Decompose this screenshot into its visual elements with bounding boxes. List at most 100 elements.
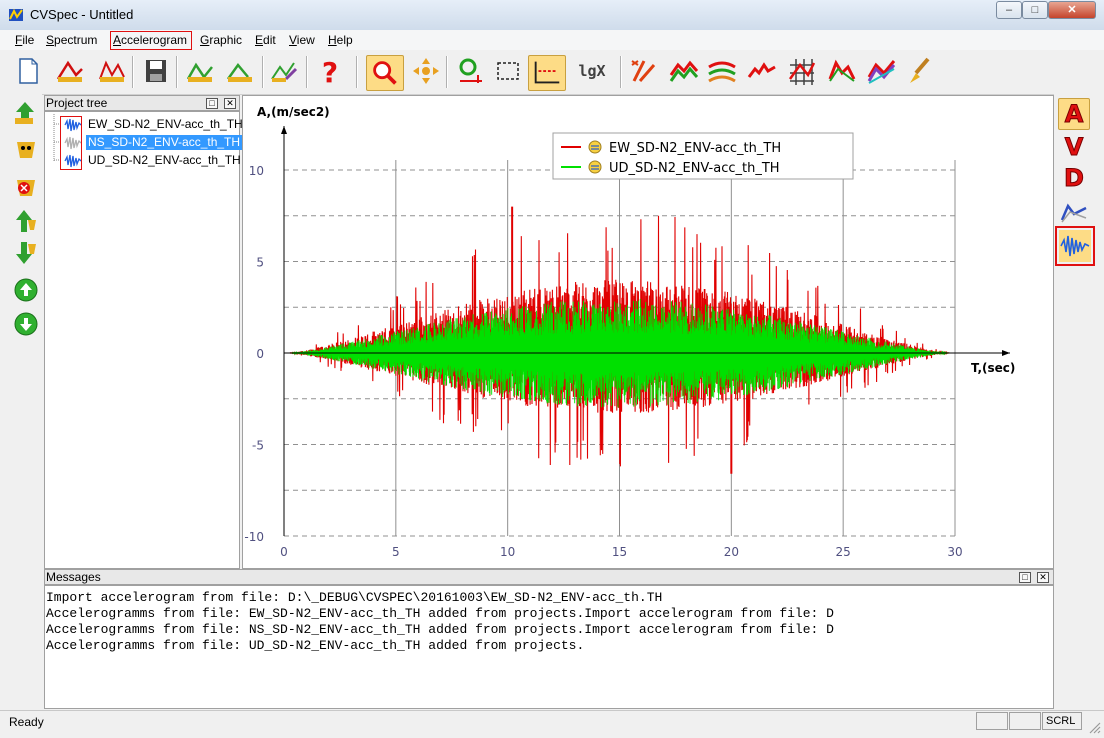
displacement-label: D: [1064, 164, 1085, 193]
mask-icon[interactable]: [14, 138, 38, 162]
tree-close-button[interactable]: ✕: [224, 98, 236, 109]
acceleration-button[interactable]: A: [1058, 98, 1090, 130]
y-tick-label: 5: [256, 256, 264, 270]
arrow-down-icon[interactable]: [14, 312, 38, 336]
toolbar-separator: [132, 56, 134, 88]
toolbar-separator: [306, 56, 308, 88]
new-document-icon[interactable]: [12, 55, 44, 87]
tree-item-ns[interactable]: NS_SD-N2_ENV-acc_th_TH: [86, 135, 243, 150]
status-bar: [0, 710, 1104, 738]
menu-edit[interactable]: Edit: [255, 33, 276, 47]
save-icon[interactable]: [140, 55, 172, 87]
title-bar: [0, 0, 1104, 31]
menu-view[interactable]: View: [289, 33, 315, 47]
minimize-button[interactable]: –: [996, 1, 1022, 19]
brush-icon[interactable]: [904, 55, 936, 87]
menu-graphic[interactable]: Graphic: [200, 33, 242, 47]
spectrum-line-icon[interactable]: [1060, 200, 1088, 224]
acceleration-label: A: [1064, 100, 1084, 129]
x-tick-label: 0: [280, 545, 288, 559]
legend-entry: UD_SD-N2_ENV-acc_th_TH: [609, 161, 780, 176]
window-title: CVSpec - Untitled: [30, 7, 134, 22]
axes-icon[interactable]: [528, 55, 566, 91]
accelerogram-view-icon: [1059, 230, 1091, 262]
velocity-button[interactable]: V: [1058, 132, 1090, 164]
displacement-button[interactable]: D: [1058, 163, 1090, 195]
scroll-lock-indicator: SCRL: [1042, 712, 1082, 730]
pan-icon[interactable]: [410, 55, 442, 87]
move-down-item-icon[interactable]: [14, 240, 38, 266]
project-tree-panel: [44, 111, 240, 569]
log-scale-icon[interactable]: lgX: [576, 55, 608, 87]
compare-icon[interactable]: [628, 55, 660, 87]
messages-title: Messages: [46, 570, 101, 584]
toolbar-separator: [620, 56, 622, 88]
open-spectrum-icon[interactable]: [54, 55, 86, 87]
help-icon[interactable]: ?: [314, 55, 346, 87]
spectrum-tool2-icon[interactable]: [224, 55, 256, 87]
tree-icons-highlight-box: [60, 116, 82, 170]
toolbar-separator: [176, 56, 178, 88]
select-region-icon[interactable]: [492, 55, 524, 87]
spectrum-tool-icon[interactable]: [184, 55, 216, 87]
tree-maximize-button[interactable]: □: [206, 98, 218, 109]
messages-close-button[interactable]: ✕: [1037, 572, 1049, 583]
y-tick-label: 10: [249, 164, 264, 178]
velocity-label: V: [1064, 133, 1084, 162]
peak-icon[interactable]: [746, 55, 778, 87]
tree-item-ew[interactable]: EW_SD-N2_ENV-acc_th_TH: [86, 117, 245, 132]
series-icon[interactable]: [668, 55, 700, 87]
x-tick-label: 25: [836, 545, 851, 559]
status-panel: [1009, 712, 1041, 730]
arrow-up-icon[interactable]: [14, 278, 38, 302]
y-tick-label: 0: [256, 347, 264, 361]
y-axis-label: A,(m/sec2): [257, 105, 330, 119]
toolbar-separator: [262, 56, 264, 88]
move-up-item-icon[interactable]: [14, 208, 38, 234]
menu-highlight-box: [110, 31, 192, 50]
y-tick-label: -5: [252, 439, 264, 453]
menu-help[interactable]: Help: [328, 33, 353, 47]
series2-icon[interactable]: [706, 55, 738, 87]
grid-icon[interactable]: [786, 55, 818, 87]
x-axis-label: T,(sec): [971, 361, 1015, 375]
toolbar-separator: [446, 56, 448, 88]
fit-icon[interactable]: [454, 55, 486, 87]
menu-spectrum[interactable]: Spectrum: [46, 33, 97, 47]
accelerogram-chart[interactable]: -10 -5 0 5 10 0 5 10 15 20 25 30 A,(m/sec2) T,(sec) EW…: [243, 96, 1053, 568]
menu-file[interactable]: File: [15, 33, 34, 47]
status-panel: [976, 712, 1008, 730]
legend-entry: EW_SD-N2_ENV-acc_th_TH: [609, 141, 781, 156]
message-line: Accelerogramms from file: UD_SD-N2_ENV-a…: [46, 638, 585, 653]
maximize-button[interactable]: □: [1022, 1, 1048, 19]
x-tick-label: 20: [724, 545, 739, 559]
edit-spectrum-icon[interactable]: [268, 55, 300, 87]
spectra-icon[interactable]: [826, 55, 858, 87]
svg-text:?: ?: [322, 56, 338, 87]
close-window-button[interactable]: ✕: [1048, 1, 1096, 19]
status-text: Ready: [9, 715, 44, 729]
message-line: Accelerogramms from file: NS_SD-N2_ENV-a…: [46, 622, 834, 637]
app-logo-icon: [9, 8, 23, 21]
messages-header: [44, 569, 1054, 585]
zoom-icon[interactable]: [366, 55, 404, 91]
messages-maximize-button[interactable]: □: [1019, 572, 1031, 583]
x-tick-label: 10: [500, 545, 515, 559]
message-line: Accelerogramms from file: EW_SD-N2_ENV-a…: [46, 606, 834, 621]
y-tick-label: -10: [244, 530, 264, 544]
toolbar-separator: [356, 56, 358, 88]
message-line: Import accelerogram from file: D:\_DEBUG…: [46, 590, 663, 605]
spectra2-icon[interactable]: [866, 55, 898, 87]
legend-bulb-icon: [588, 160, 602, 174]
x-tick-label: 5: [392, 545, 400, 559]
add-project-icon[interactable]: [12, 100, 38, 126]
x-tick-label: 15: [612, 545, 627, 559]
tree-item-ud[interactable]: UD_SD-N2_ENV-acc_th_TH: [86, 153, 243, 168]
legend-bulb-icon: [588, 140, 602, 154]
x-tick-label: 30: [947, 545, 962, 559]
remove-item-icon[interactable]: [14, 176, 38, 200]
resize-grip-icon[interactable]: [1088, 721, 1102, 735]
open-accelerogram-icon[interactable]: [96, 55, 128, 87]
accelerogram-view-button[interactable]: [1055, 226, 1095, 266]
project-tree-title: Project tree: [46, 96, 108, 110]
